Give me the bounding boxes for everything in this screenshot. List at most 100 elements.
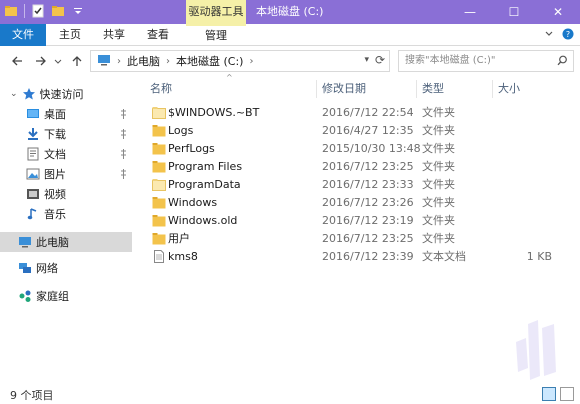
breadcrumb-local-disk[interactable]: 本地磁盘 (C:): [176, 53, 243, 69]
navigation-pane: ⌄ 快速访问 桌面 下载 文档 图片 视频 音乐 此电脑 网络 家庭组: [0, 76, 132, 380]
pin-icon[interactable]: [119, 168, 128, 180]
expand-arrow-icon[interactable]: ⌄: [10, 89, 18, 99]
file-date: 2016/7/12 22:54: [322, 106, 414, 119]
watermark-logo: [516, 320, 556, 380]
homegroup-icon: [18, 289, 32, 303]
nav-item-label: 桌面: [44, 108, 66, 121]
star-icon: [22, 87, 36, 101]
file-row[interactable]: Program Files 2016/7/12 23:25 文件夹: [148, 158, 578, 176]
file-row[interactable]: kms8 2016/7/12 23:39 文本文档 1 KB: [148, 248, 578, 266]
address-bar[interactable]: › 此电脑 › 本地磁盘 (C:) › ▾ ⟳: [90, 50, 390, 72]
back-button[interactable]: [8, 52, 26, 70]
file-type: 文本文档: [422, 250, 466, 263]
folder-icon: [152, 232, 166, 245]
nav-quick-access[interactable]: ⌄ 快速访问: [0, 84, 132, 104]
ribbon-tabs: 文件 主页 共享 查看 管理 ?: [0, 24, 580, 46]
folder-icon: [152, 160, 166, 173]
column-header-type[interactable]: 类型: [422, 80, 492, 98]
file-date: 2016/7/12 23:39: [322, 250, 414, 263]
file-date: 2016/7/12 23:25: [322, 232, 414, 245]
item-count: 9 个项目: [10, 389, 54, 402]
file-name: Windows.old: [168, 214, 238, 227]
picture-icon: [26, 167, 40, 181]
folder-app-icon[interactable]: [4, 4, 18, 18]
file-name: Windows: [168, 196, 218, 209]
file-row[interactable]: Logs 2016/4/27 12:35 文件夹: [148, 122, 578, 140]
tab-home[interactable]: 主页: [50, 24, 90, 46]
nav-item-label: 文档: [44, 148, 66, 161]
file-row[interactable]: PerfLogs 2015/10/30 13:48 文件夹: [148, 140, 578, 158]
nav-item-music[interactable]: 音乐: [0, 204, 132, 224]
nav-this-pc[interactable]: 此电脑: [0, 232, 132, 252]
address-dropdown-icon[interactable]: ▾: [364, 55, 369, 65]
nav-homegroup[interactable]: 家庭组: [0, 286, 132, 306]
pc-icon: [18, 235, 32, 249]
status-bar: 9 个项目: [0, 384, 580, 404]
file-date: 2016/7/12 23:19: [322, 214, 414, 227]
file-name: PerfLogs: [168, 142, 215, 155]
customize-toolbar-icon[interactable]: [71, 4, 85, 18]
svg-text:?: ?: [566, 30, 570, 39]
search-icon: [557, 54, 568, 74]
file-type: 文件夹: [422, 196, 455, 209]
expand-ribbon-icon[interactable]: [544, 29, 554, 42]
pin-icon[interactable]: [119, 108, 128, 120]
file-row[interactable]: Windows 2016/7/12 23:26 文件夹: [148, 194, 578, 212]
drive-tools-context-label: 驱动器工具: [186, 0, 246, 24]
breadcrumb-this-pc[interactable]: 此电脑: [127, 53, 160, 69]
tab-file[interactable]: 文件: [0, 24, 46, 46]
file-type: 文件夹: [422, 124, 455, 137]
title-bar: 驱动器工具 本地磁盘 (C:) — ☐ ✕: [0, 0, 580, 24]
nav-item-label: 图片: [44, 168, 66, 181]
file-row[interactable]: Windows.old 2016/7/12 23:19 文件夹: [148, 212, 578, 230]
recent-locations-button[interactable]: [52, 52, 64, 70]
help-icon[interactable]: ?: [562, 28, 574, 43]
properties-icon[interactable]: [31, 4, 45, 18]
refresh-icon[interactable]: ⟳: [375, 53, 385, 67]
maximize-button[interactable]: ☐: [492, 0, 536, 24]
nav-network-label: 网络: [36, 262, 58, 275]
up-button[interactable]: [68, 52, 86, 70]
file-type: 文件夹: [422, 214, 455, 227]
column-header-size[interactable]: 大小: [498, 80, 558, 98]
nav-item-pictures[interactable]: 图片: [0, 164, 132, 184]
nav-item-desktop[interactable]: 桌面: [0, 104, 132, 124]
search-input[interactable]: 搜索"本地磁盘 (C:)": [398, 50, 574, 72]
nav-item-label: 音乐: [44, 208, 66, 221]
pin-icon[interactable]: [119, 128, 128, 140]
back-arrow-icon: [12, 56, 22, 66]
file-row[interactable]: $WINDOWS.~BT 2016/7/12 22:54 文件夹: [148, 104, 578, 122]
file-name: Logs: [168, 124, 194, 137]
large-icons-view-button[interactable]: [560, 387, 574, 401]
file-date: 2016/7/12 23:33: [322, 178, 414, 191]
tab-manage[interactable]: 管理: [186, 24, 246, 46]
close-button[interactable]: ✕: [536, 0, 580, 24]
details-view-button[interactable]: [542, 387, 556, 401]
nav-item-documents[interactable]: 文档: [0, 144, 132, 164]
search-placeholder: 搜索"本地磁盘 (C:)": [405, 55, 496, 66]
folder-icon: [152, 214, 166, 227]
column-header-date[interactable]: 修改日期: [322, 80, 412, 98]
file-row[interactable]: 用户 2016/7/12 23:25 文件夹: [148, 230, 578, 248]
forward-button[interactable]: [32, 52, 50, 70]
column-header-name[interactable]: 名称: [150, 80, 314, 98]
nav-network[interactable]: 网络: [0, 258, 132, 278]
text-file-icon: [152, 250, 166, 263]
file-size: 1 KB: [526, 250, 552, 263]
nav-item-downloads[interactable]: 下载: [0, 124, 132, 144]
breadcrumb-separator: ›: [166, 55, 170, 67]
file-date: 2016/4/27 12:35: [322, 124, 414, 137]
video-icon: [26, 187, 40, 201]
desktop-icon: [26, 107, 40, 121]
file-row[interactable]: ProgramData 2016/7/12 23:33 文件夹: [148, 176, 578, 194]
minimize-button[interactable]: —: [448, 0, 492, 24]
file-date: 2015/10/30 13:48: [322, 142, 421, 155]
tab-share[interactable]: 共享: [94, 24, 134, 46]
file-type: 文件夹: [422, 178, 455, 191]
pin-icon[interactable]: [119, 148, 128, 160]
nav-item-videos[interactable]: 视频: [0, 184, 132, 204]
tab-view[interactable]: 查看: [138, 24, 178, 46]
file-type: 文件夹: [422, 142, 455, 155]
new-folder-icon[interactable]: [51, 4, 65, 18]
file-date: 2016/7/12 23:26: [322, 196, 414, 209]
